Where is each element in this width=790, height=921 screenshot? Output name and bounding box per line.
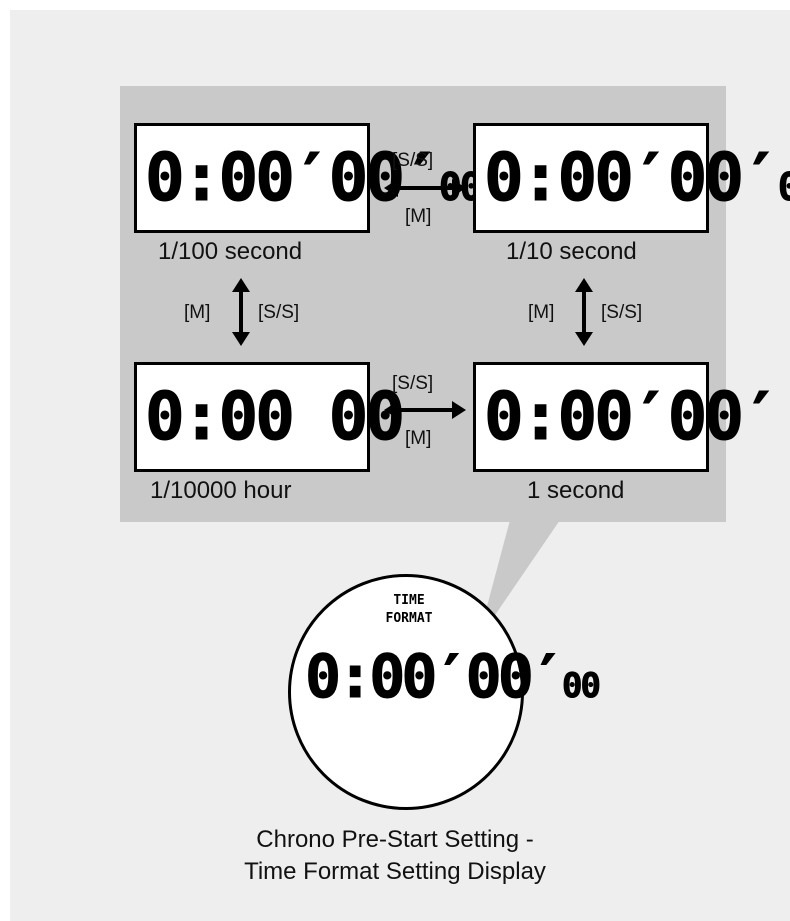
lcd-readout: 0:00 00	[144, 378, 405, 455]
key-label-mode: [M]	[405, 428, 432, 449]
double-arrow-horizontal-icon	[384, 401, 466, 419]
figure-title-line1: Chrono Pre-Start Setting -	[256, 826, 534, 853]
caption-hundredth-second: 1/100 second	[158, 238, 303, 265]
key-label-start-stop: [S/S]	[392, 150, 434, 171]
watch-lcd-readout: 0:00′00′00	[305, 642, 602, 712]
watch-label-time: TIME	[393, 593, 425, 608]
key-label-mode: [M]	[184, 302, 211, 323]
caption-one-second: 1 second	[527, 477, 625, 504]
watch-face: TIME FORMAT 0:00′00′00	[288, 574, 601, 810]
key-label-mode: [M]	[528, 302, 555, 323]
caption-ten-thousandth-hour: 1/10000 hour	[150, 477, 292, 504]
caption-tenth-second: 1/10 second	[506, 238, 637, 265]
double-arrow-vertical-icon	[575, 278, 593, 346]
watch-label-format: FORMAT	[385, 611, 433, 626]
key-label-start-stop: [S/S]	[392, 373, 434, 394]
display-tenth-second: 0:00′00′0	[473, 123, 790, 233]
double-arrow-horizontal-icon	[384, 179, 466, 197]
double-arrow-vertical-icon	[232, 278, 250, 346]
lcd-readout: 0:00′00′	[484, 378, 782, 455]
lcd-readout: 0:00′00′0	[484, 139, 790, 216]
display-hundredth-second: 0:00′00′00	[134, 123, 483, 233]
figure-title: Chrono Pre-Start Setting - Time Format S…	[0, 824, 790, 889]
figure-title-line2: Time Format Setting Display	[244, 858, 546, 886]
display-ten-thousandth-hour: 0:00 00	[134, 362, 406, 472]
display-one-second: 0:00′00′	[473, 362, 781, 472]
key-label-mode: [M]	[405, 206, 432, 227]
key-label-start-stop: [S/S]	[601, 302, 643, 323]
key-label-start-stop: [S/S]	[258, 302, 300, 323]
